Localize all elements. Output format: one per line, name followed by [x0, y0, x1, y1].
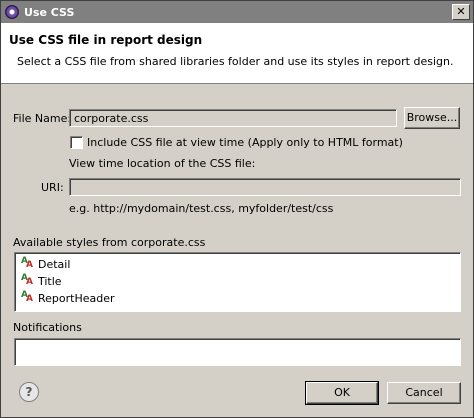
notifications-area — [14, 338, 461, 366]
style-icon: AA — [21, 273, 33, 287]
notifications-label: Notifications — [13, 321, 82, 334]
uri-label: URI: — [41, 181, 64, 194]
uri-example-text: e.g. http://mydomain/test.css, myfolder/… — [69, 202, 334, 215]
close-button[interactable]: ✕ — [452, 4, 470, 20]
dialog-banner: Use CSS file in report design Select a C… — [1, 23, 473, 84]
file-name-field[interactable]: corporate.css — [69, 109, 397, 127]
help-icon[interactable]: ? — [19, 382, 39, 402]
uri-field[interactable] — [69, 178, 461, 196]
style-label: Title — [38, 274, 62, 288]
ok-button[interactable]: OK — [305, 381, 379, 405]
cancel-button[interactable]: Cancel — [387, 382, 461, 404]
available-styles-label: Available styles from corporate.css — [13, 236, 206, 249]
available-styles-list[interactable]: AA Detail AA Title AA ReportHeader — [14, 252, 461, 312]
style-label: Detail — [38, 257, 71, 271]
include-css-checkbox[interactable] — [70, 136, 83, 149]
list-item[interactable]: AA Detail — [21, 256, 70, 272]
file-name-value: corporate.css — [74, 112, 149, 125]
style-icon: AA — [21, 290, 33, 304]
banner-description: Select a CSS file from shared libraries … — [17, 55, 454, 68]
style-icon: AA — [21, 256, 33, 270]
banner-title: Use CSS file in report design — [9, 33, 203, 47]
file-name-label: File Name: — [13, 112, 72, 125]
browse-button[interactable]: Browse... — [404, 107, 460, 129]
window-title: Use CSS — [24, 5, 75, 19]
list-item[interactable]: AA ReportHeader — [21, 290, 115, 306]
eclipse-icon — [5, 5, 19, 19]
style-label: ReportHeader — [38, 291, 115, 305]
title-bar[interactable]: Use CSS ✕ — [1, 1, 473, 23]
use-css-dialog: Use CSS ✕ Use CSS file in report design … — [0, 0, 474, 418]
view-time-location-label: View time location of the CSS file: — [69, 157, 256, 170]
list-item[interactable]: AA Title — [21, 273, 62, 289]
include-css-label[interactable]: Include CSS file at view time (Apply onl… — [87, 136, 403, 149]
